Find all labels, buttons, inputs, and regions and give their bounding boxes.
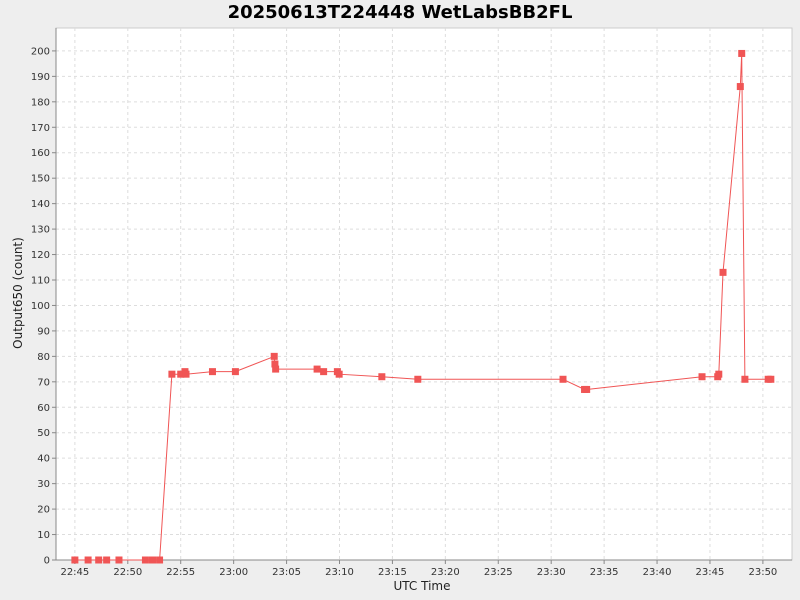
data-point — [71, 556, 79, 564]
y-tick-label: 30 — [37, 479, 50, 490]
x-tick-label: 23:00 — [219, 567, 248, 578]
y-tick-label: 170 — [31, 123, 50, 134]
y-tick-label: 10 — [37, 530, 50, 541]
y-tick-label: 100 — [31, 301, 50, 312]
y-tick-label: 200 — [31, 46, 50, 57]
data-point — [272, 365, 280, 373]
data-point — [156, 556, 164, 564]
y-tick-label: 120 — [31, 250, 50, 261]
data-point — [115, 556, 123, 564]
y-axis-label: Output650 (count) — [11, 237, 25, 349]
x-tick-label: 22:45 — [60, 567, 89, 578]
y-tick-label: 90 — [37, 326, 50, 337]
chart: 20250613T224448 WetLabsBB2FL 0 10 20 30 40 50… — [11, 2, 793, 593]
x-tick-label: 22:55 — [166, 567, 195, 578]
data-point — [148, 556, 156, 564]
y-tick-label: 0 — [44, 556, 50, 567]
x-tick-label: 23:20 — [431, 567, 460, 578]
data-point — [698, 373, 706, 381]
data-point — [715, 370, 723, 378]
y-tick-label: 130 — [31, 225, 50, 236]
x-tick-label: 23:50 — [748, 567, 777, 578]
x-tick-label: 23:40 — [643, 567, 672, 578]
x-axis-label: UTC Time — [394, 579, 451, 593]
data-point — [335, 370, 343, 378]
data-point — [583, 385, 591, 393]
x-tick-label: 23:45 — [696, 567, 725, 578]
y-tick-label: 80 — [37, 352, 50, 363]
x-tick-label: 23:05 — [272, 567, 301, 578]
data-point — [736, 83, 744, 91]
y-tick-label: 50 — [37, 428, 50, 439]
data-point — [208, 368, 216, 376]
y-tick-label: 180 — [31, 97, 50, 108]
data-point — [414, 375, 422, 383]
data-point — [182, 370, 190, 378]
chart-title: 20250613T224448 WetLabsBB2FL — [228, 2, 573, 23]
data-point — [95, 556, 103, 564]
x-tick-label: 23:30 — [537, 567, 566, 578]
y-tick-label: 60 — [37, 403, 50, 414]
data-point — [103, 556, 111, 564]
data-point — [320, 368, 328, 376]
y-tick-label: 110 — [31, 276, 50, 287]
plot-area — [55, 27, 793, 561]
y-tick-label: 160 — [31, 148, 50, 159]
y-tick-label: 140 — [31, 199, 50, 210]
x-tick-label: 22:50 — [113, 567, 142, 578]
data-point — [231, 368, 239, 376]
data-point — [168, 370, 176, 378]
data-point — [767, 375, 775, 383]
y-tick-label: 70 — [37, 377, 50, 388]
data-point — [270, 352, 278, 360]
data-point — [738, 49, 746, 57]
y-tick-label: 20 — [37, 505, 50, 516]
data-point — [378, 373, 386, 381]
x-tick-label: 23:25 — [484, 567, 513, 578]
x-tick-label: 23:15 — [378, 567, 407, 578]
x-tick-label: 23:10 — [325, 567, 354, 578]
data-point — [313, 365, 321, 373]
x-tick-label: 23:35 — [590, 567, 619, 578]
y-tick-label: 150 — [31, 174, 50, 185]
data-point — [719, 268, 727, 276]
data-point — [559, 375, 567, 383]
y-tick-label: 190 — [31, 72, 50, 83]
data-point — [741, 375, 749, 383]
data-point — [84, 556, 92, 564]
data-point — [141, 556, 149, 564]
y-tick-label: 40 — [37, 454, 50, 465]
